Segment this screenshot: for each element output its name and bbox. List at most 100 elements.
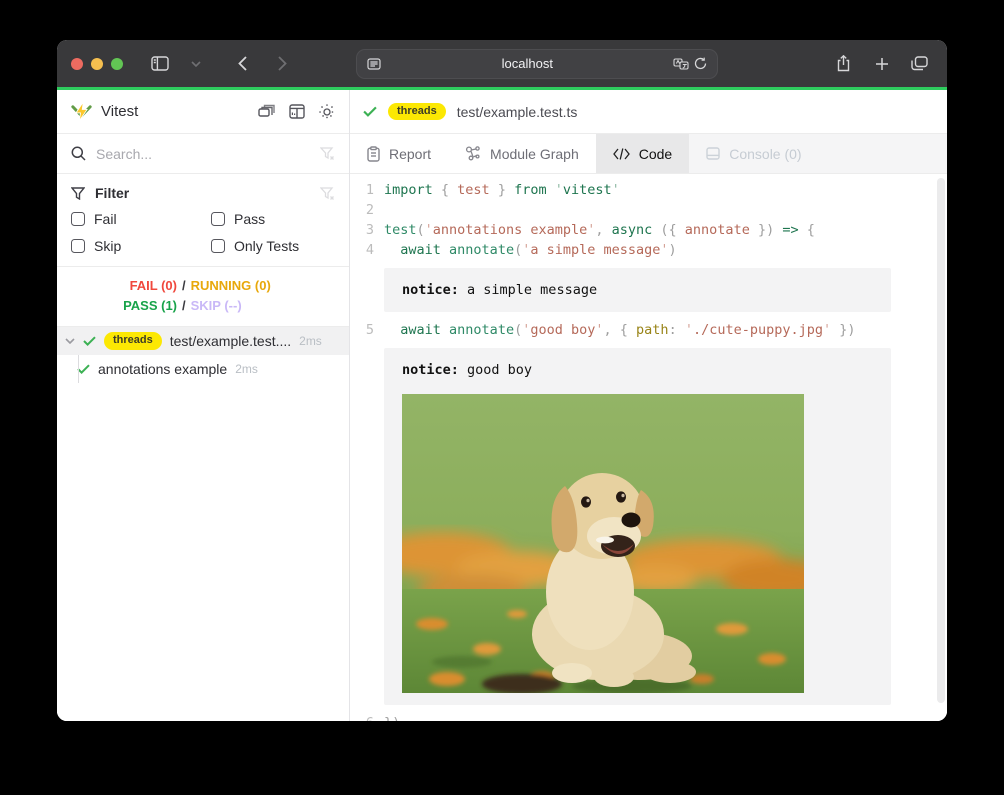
chevron-down-icon[interactable]: [183, 51, 209, 77]
checkbox-skip[interactable]: Skip: [71, 238, 211, 254]
tab-console[interactable]: Console (0): [689, 134, 818, 173]
browser-window: localhost: [57, 40, 947, 721]
running-count: RUNNING (0): [191, 276, 271, 296]
chevron-down-icon[interactable]: [65, 338, 75, 344]
clear-filter-icon[interactable]: [320, 187, 335, 200]
pass-check-icon: [83, 336, 96, 346]
console-icon: [706, 147, 720, 160]
app-title: Vitest: [101, 103, 138, 120]
pool-badge: threads: [388, 103, 446, 120]
code-text: test('annotations example', async ({ ann…: [384, 220, 815, 240]
code-text: import { test } from 'vitest': [384, 180, 620, 200]
checkbox-fail[interactable]: Fail: [71, 211, 211, 227]
url-text: localhost: [383, 56, 671, 71]
sidebar: Vitest: [57, 90, 350, 721]
search-input[interactable]: [96, 146, 310, 162]
code-line: 5 await annotate('good boy', { path: './…: [350, 320, 947, 340]
tab-label: Console (0): [729, 146, 801, 162]
code-icon: [613, 148, 630, 160]
module-graph-icon: [465, 146, 481, 161]
checkbox-label: Skip: [94, 238, 121, 254]
code-text: await annotate('a simple message'): [384, 240, 677, 260]
checkbox-label: Fail: [94, 211, 117, 227]
forward-icon[interactable]: [269, 51, 295, 77]
checkbox-label: Only Tests: [234, 238, 299, 254]
checkbox-only-tests[interactable]: Only Tests: [211, 238, 335, 254]
file-path: test/example.test.ts: [457, 104, 578, 120]
browser-toolbar: localhost: [57, 40, 947, 87]
pool-badge: threads: [104, 332, 162, 349]
filter-section: Filter Fail Pass Skip Only Tests: [57, 174, 349, 267]
code-viewer[interactable]: 1 import { test } from 'vitest' 23 test('an…: [350, 174, 947, 721]
code-text: await annotate('good boy', { path: './cu…: [384, 320, 856, 340]
report-icon: [367, 146, 380, 162]
test-file-name: test/example.test....: [170, 333, 291, 349]
line-number: 1: [350, 180, 374, 200]
traffic-lights: [71, 58, 123, 70]
code-text: }): [384, 713, 400, 721]
test-case-name: annotations example: [98, 361, 227, 377]
tab-label: Report: [389, 146, 431, 162]
share-icon[interactable]: [831, 51, 857, 77]
test-case-row[interactable]: annotations example 2ms: [57, 355, 349, 383]
skip-count: SKIP (--): [191, 296, 242, 316]
main-panel: threads test/example.test.ts Report Modu…: [350, 90, 947, 721]
test-duration: 2ms: [235, 362, 258, 376]
tab-bar-filler: Console (0): [689, 134, 947, 173]
annotation-message: good boy: [459, 362, 532, 378]
new-tab-icon[interactable]: [869, 51, 895, 77]
tab-module-graph[interactable]: Module Graph: [448, 134, 596, 173]
tab-overview-icon[interactable]: [907, 51, 933, 77]
theme-toggle-icon[interactable]: [319, 104, 335, 120]
back-icon[interactable]: [229, 51, 255, 77]
code-line: 3 test('annotations example', async ({ an…: [350, 220, 947, 240]
line-number: 5: [350, 320, 374, 340]
funnel-icon: [71, 187, 85, 200]
collapse-tests-icon[interactable]: [258, 104, 275, 120]
code-line: 6}): [350, 713, 947, 721]
tab-report[interactable]: Report: [350, 134, 448, 173]
tab-label: Code: [639, 146, 672, 162]
reader-icon[interactable]: [365, 51, 383, 77]
minimize-window-button[interactable]: [91, 58, 103, 70]
stats-separator: /: [177, 276, 191, 296]
checkbox-box[interactable]: [211, 239, 225, 253]
tab-label: Module Graph: [490, 146, 579, 162]
vertical-scrollbar[interactable]: [937, 178, 945, 703]
checkbox-box[interactable]: [71, 239, 85, 253]
dashboard-icon[interactable]: [289, 104, 305, 120]
test-file-row[interactable]: threads test/example.test.... 2ms: [57, 327, 349, 355]
checkbox-box[interactable]: [71, 212, 85, 226]
annotation-message: a simple message: [459, 282, 597, 298]
line-number: 3: [350, 220, 374, 240]
tab-code[interactable]: Code: [596, 134, 689, 173]
reload-icon[interactable]: [691, 51, 709, 77]
stats-separator: /: [177, 296, 191, 316]
annotation-attachment-image[interactable]: [402, 394, 804, 693]
address-bar[interactable]: localhost: [356, 49, 718, 79]
tab-bar: Report Module Graph Code: [350, 134, 947, 174]
code-line: 2: [350, 200, 947, 220]
sidebar-toggle-icon[interactable]: [147, 51, 173, 77]
checkbox-pass[interactable]: Pass: [211, 211, 335, 227]
fail-count: FAIL (0): [57, 276, 177, 296]
annotation-notice: notice: a simple message: [384, 268, 891, 312]
line-number: 4: [350, 240, 374, 260]
zoom-window-button[interactable]: [111, 58, 123, 70]
code-line: 4 await annotate('a simple message'): [350, 240, 947, 260]
translate-icon[interactable]: [671, 51, 691, 77]
checkbox-box[interactable]: [211, 212, 225, 226]
vitest-logo-icon: [71, 102, 92, 122]
search-icon: [71, 146, 86, 161]
code-line: 1 import { test } from 'vitest': [350, 180, 947, 200]
close-window-button[interactable]: [71, 58, 83, 70]
test-stats: FAIL (0) / RUNNING (0) PASS (1) / SKIP (…: [57, 267, 349, 327]
test-duration: 2ms: [299, 334, 322, 348]
pass-check-icon: [363, 106, 377, 117]
filter-label: Filter: [95, 185, 129, 201]
annotation-type-label: notice:: [402, 362, 459, 378]
tree-guide-line: [78, 355, 79, 383]
pass-count: PASS (1): [57, 296, 177, 316]
line-number: 2: [350, 200, 374, 220]
clear-search-filter-icon[interactable]: [320, 147, 335, 160]
